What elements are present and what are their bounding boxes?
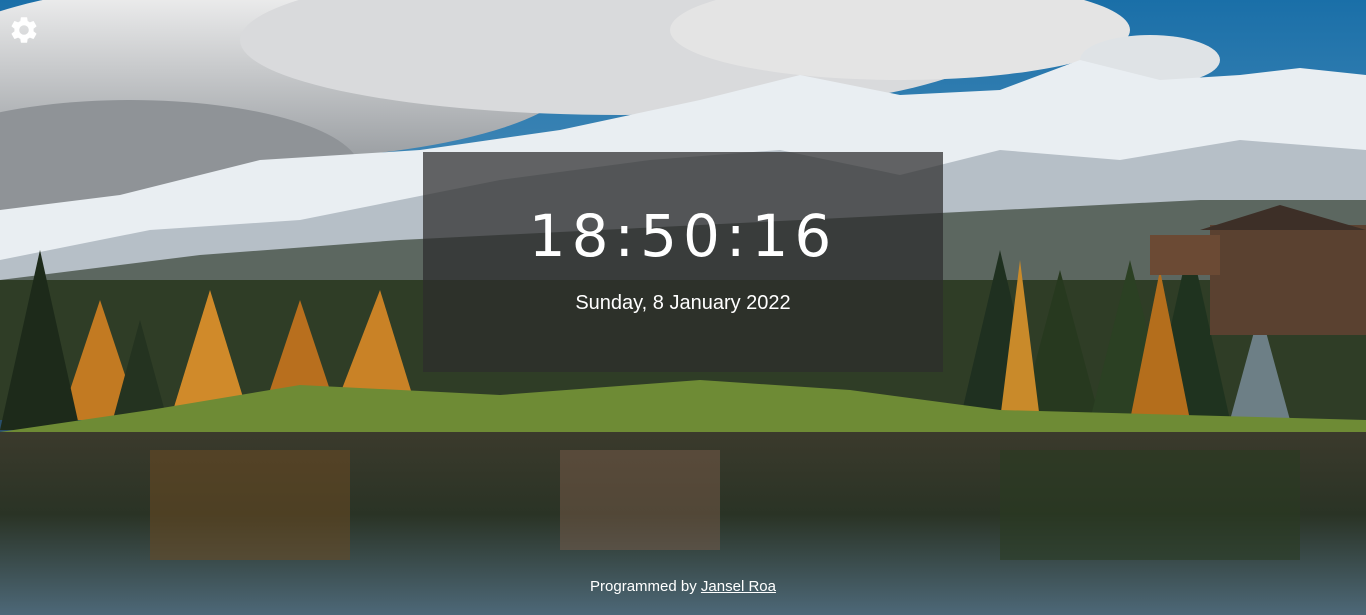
clock-screen: 18:50:16 Sunday, 8 January 2022 Programm… bbox=[0, 0, 1366, 615]
gear-icon[interactable] bbox=[8, 14, 40, 46]
clock-time: 18:50:16 bbox=[528, 202, 838, 270]
footer-prefix: Programmed by bbox=[590, 578, 697, 595]
clock-panel: 18:50:16 Sunday, 8 January 2022 bbox=[423, 152, 943, 372]
author-link[interactable]: Jansel Roa bbox=[701, 578, 776, 595]
footer-credit: Programmed by Jansel Roa bbox=[0, 578, 1366, 596]
clock-date: Sunday, 8 January 2022 bbox=[575, 292, 791, 314]
